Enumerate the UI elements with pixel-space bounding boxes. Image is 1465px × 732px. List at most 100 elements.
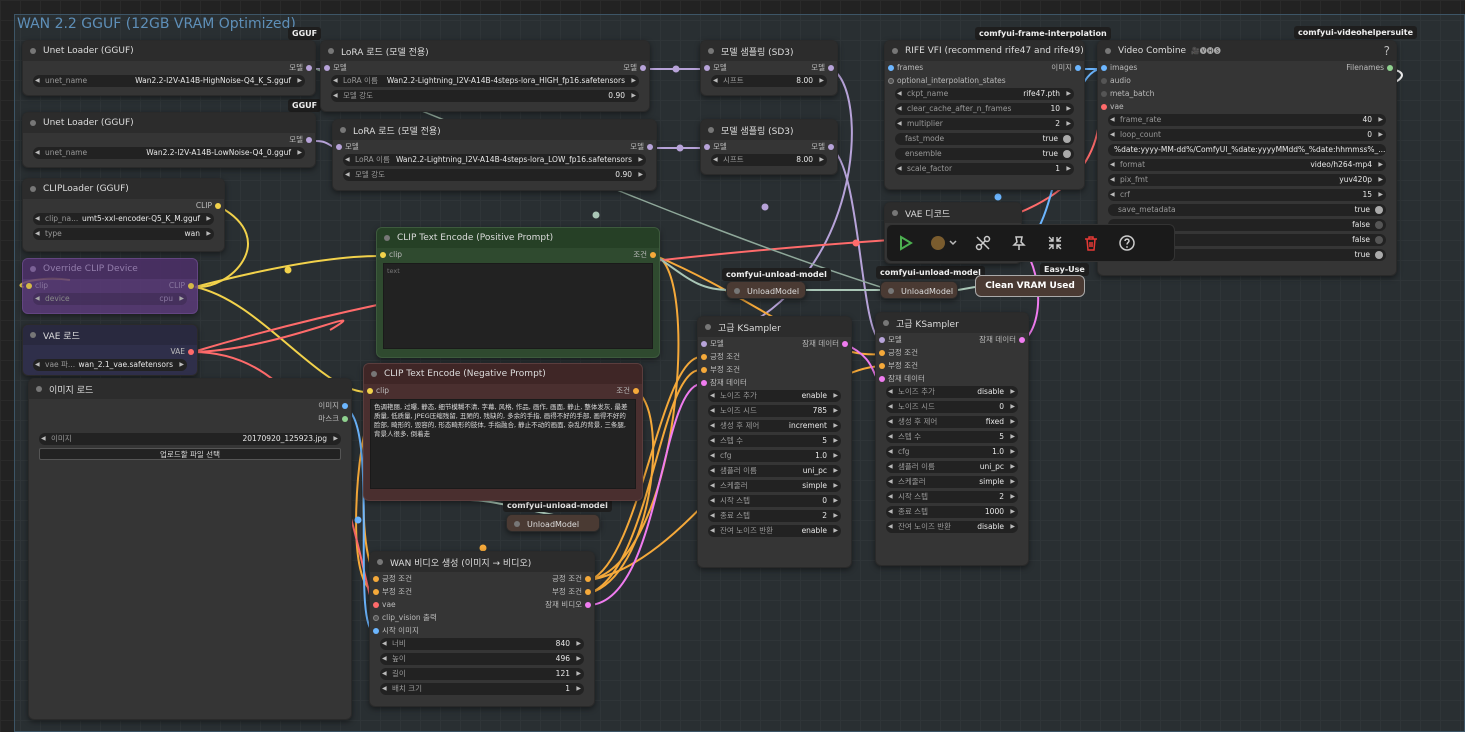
right-arrow-icon[interactable]: ▶ [1066,88,1071,100]
type-widget[interactable]: ◀ type wan ▶ [33,228,214,240]
right-arrow-icon[interactable]: ▶ [1378,159,1383,171]
left-arrow-icon[interactable]: ◀ [897,163,902,175]
left-arrow-icon[interactable]: ◀ [888,446,893,458]
right-arrow-icon[interactable]: ▶ [576,638,581,650]
right-arrow-icon[interactable]: ▶ [1010,431,1015,443]
start-image-input-slot[interactable] [373,628,379,634]
left-arrow-icon[interactable]: ◀ [710,480,715,492]
positive-input-slot[interactable] [879,350,885,356]
clip-loader-node[interactable]: CLIPLoader (GGUF) CLIP ◀ clip_na... umt5-x… [22,178,225,252]
color-icon[interactable] [923,225,965,261]
latent-output-slot[interactable] [1019,337,1025,343]
lora-name-widget[interactable]: ◀ LoRA 이름 Wan2.2-Lightning_I2V-A14B-4steps… [343,154,646,166]
combo-widget[interactable]: ◀ 시작 스텝 0 ▶ [708,495,841,507]
override-clip-device-node[interactable]: Override CLIP Device clip CLIP ◀ device cpu… [22,258,198,314]
combo-widget[interactable]: ◀ 샘플러 이름 uni_pc ▶ [708,465,841,477]
collapse-dot-icon[interactable] [883,320,889,326]
toggle-knob-icon[interactable] [1375,236,1383,244]
model-strength-widget[interactable]: ◀ 모델 강도 0.90 ▶ [343,169,646,181]
right-arrow-icon[interactable]: ▶ [576,683,581,695]
node-header[interactable]: 모델 샘플링 (SD3) [701,120,837,140]
right-arrow-icon[interactable]: ▶ [1010,401,1015,413]
positive-input-slot[interactable] [701,354,707,360]
combo-widget[interactable]: ◀ 잔여 노이즈 반환 enable ▶ [708,525,841,537]
model-output-slot[interactable] [828,65,834,71]
node-header[interactable]: LoRA 로드 (모델 전용) [333,120,656,140]
collapse-dot-icon[interactable] [888,288,894,294]
right-arrow-icon[interactable]: ▶ [638,169,643,181]
collapse-dot-icon[interactable] [514,521,520,527]
image-output-slot[interactable] [342,403,348,409]
left-arrow-icon[interactable]: ◀ [710,450,715,462]
node-header[interactable]: WAN 비디오 생성 (이미지 → 비디오) [370,552,594,572]
left-arrow-icon[interactable]: ◀ [713,154,718,166]
left-arrow-icon[interactable]: ◀ [888,461,893,473]
right-arrow-icon[interactable]: ▶ [833,480,838,492]
image-name-widget[interactable]: ◀ 이미지 20170920_125923.jpg ▶ [39,433,341,445]
right-arrow-icon[interactable]: ▶ [638,154,643,166]
model-output-slot[interactable] [306,137,312,143]
toggle-knob-icon[interactable] [1063,135,1071,143]
collapse-dot-icon[interactable] [892,210,898,216]
right-arrow-icon[interactable]: ▶ [297,147,302,159]
right-arrow-icon[interactable]: ▶ [1010,386,1015,398]
shift-widget[interactable]: ◀ 시프트 8.00 ▶ [711,154,827,166]
left-arrow-icon[interactable]: ◀ [1110,159,1115,171]
image-load-node[interactable]: 이미지 로드 이미지 마스크 ◀ 이미지 20170920_125923.jpg ▶ … [28,378,352,720]
audio-input-slot[interactable] [1101,78,1107,84]
combo-widget[interactable]: ◀ 스텝 수 5 ▶ [708,435,841,447]
node-header[interactable]: CLIP Text Encode (Negative Prompt) [364,364,642,384]
left-arrow-icon[interactable]: ◀ [333,90,338,102]
right-arrow-icon[interactable]: ▶ [1010,521,1015,533]
combo-widget[interactable]: ◀ 시작 스텝 2 ▶ [886,491,1018,503]
collapse-icon[interactable] [1037,225,1073,261]
right-arrow-icon[interactable]: ▶ [1010,461,1015,473]
ksampler-advanced-low-node[interactable]: 고급 KSampler 모델 잠재 데이터 긍정 조건 부정 조건 잠재 데이터 … [875,312,1029,566]
pin-icon[interactable] [1001,225,1037,261]
collapse-dot-icon[interactable] [30,120,36,126]
combo-widget[interactable]: ◀ multiplier 2 ▶ [895,118,1074,130]
combo-widget[interactable]: ◀ 노이즈 시드 0 ▶ [886,401,1018,413]
left-arrow-icon[interactable]: ◀ [888,416,893,428]
left-arrow-icon[interactable]: ◀ [1110,129,1115,141]
combo-widget[interactable]: ◀ 스케줄러 simple ▶ [708,480,841,492]
right-arrow-icon[interactable]: ▶ [1066,118,1071,130]
left-arrow-icon[interactable]: ◀ [710,510,715,522]
combo-widget[interactable]: ◀ clear_cache_after_n_frames 10 ▶ [895,103,1074,115]
left-arrow-icon[interactable]: ◀ [333,75,338,87]
combo-widget[interactable]: ◀ 생성 후 제어 fixed ▶ [886,416,1018,428]
node-header[interactable]: CLIPLoader (GGUF) [23,179,224,199]
left-arrow-icon[interactable]: ◀ [1110,189,1115,201]
clip-vision-input-slot[interactable] [373,615,379,621]
negative-output-slot[interactable] [585,589,591,595]
right-arrow-icon[interactable]: ▶ [833,495,838,507]
combo-widget[interactable]: ◀ crf 15 ▶ [1108,189,1386,201]
node-header[interactable]: 이미지 로드 [29,379,351,399]
collapse-dot-icon[interactable] [384,235,390,241]
left-arrow-icon[interactable]: ◀ [710,435,715,447]
unload-model-node[interactable]: UnloadModel [726,281,806,299]
node-header[interactable]: UnloadModel [507,515,599,531]
conditioning-output-slot[interactable] [650,252,656,258]
ksampler-advanced-high-node[interactable]: 고급 KSampler 모델 잠재 데이터 긍정 조건 부정 조건 잠재 데이터 … [697,316,852,568]
vae-name-widget[interactable]: ◀ vae 파... wan_2.1_vae.safetensors ▶ [33,359,187,371]
bypass-icon[interactable] [965,225,1001,261]
model-output-slot[interactable] [647,144,653,150]
model-sampling-sd3-low-node[interactable]: 모델 샘플링 (SD3) 모델 모델 ◀ 시프트 8.00 ▶ [700,119,838,175]
combo-widget[interactable]: ◀ 노이즈 추가 enable ▶ [708,390,841,402]
toggle-widget[interactable]: save_metadata true [1108,204,1386,216]
shift-widget[interactable]: ◀ 시프트 8.00 ▶ [711,75,827,87]
combo-widget[interactable]: ◀ 높이 496 ▶ [380,653,584,665]
latent-output-slot[interactable] [842,341,848,347]
combo-widget[interactable]: ◀ 노이즈 시드 785 ▶ [708,405,841,417]
node-header[interactable]: Override CLIP Device [23,259,197,279]
vae-loader-node[interactable]: VAE 로드 VAE ◀ vae 파... wan_2.1_vae.safetens… [22,324,198,376]
wan-image-to-video-node[interactable]: WAN 비디오 생성 (이미지 → 비디오) 긍정 조건 긍정 조건 부정 조건 부… [369,551,595,707]
left-arrow-icon[interactable]: ◀ [35,228,40,240]
model-output-slot[interactable] [828,144,834,150]
right-arrow-icon[interactable]: ▶ [206,228,211,240]
unet-name-widget[interactable]: ◀ unet_name Wan2.2-I2V-A14B-HighNoise-Q4_K… [33,75,305,87]
images-input-slot[interactable] [1101,65,1107,71]
help-icon[interactable] [1109,225,1145,261]
image-output-slot[interactable] [1075,65,1081,71]
